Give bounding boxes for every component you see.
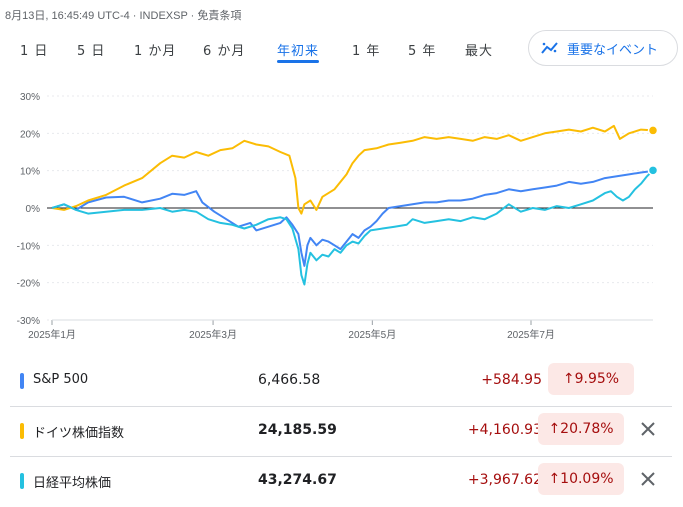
x-tick-label: 2025年5月 (348, 328, 396, 341)
series-swatch (20, 423, 24, 439)
tab-6m[interactable]: 6 か月 (203, 40, 245, 59)
y-tick-label: -30% (17, 316, 40, 327)
index-change-percent-badge: ↑9.95% (548, 363, 634, 395)
tab-1m[interactable]: 1 か月 (134, 40, 176, 59)
chart-info-header: 8月13日, 16:45:49 UTC-4 · INDEXSP · 免責条項 (5, 10, 242, 22)
series-swatch (20, 373, 24, 389)
index-change: +4,160.93 (467, 422, 542, 438)
index-change-percent-badge: ↑10.09% (538, 463, 624, 495)
series-line-2 (51, 169, 654, 286)
comparison-line-chart: 30% 20% 10% 0% -10% -20% -30%2025年1月 2025年3月 202… (17, 92, 659, 341)
index-name: ドイツ株価指数 (33, 426, 125, 441)
index-price: 6,466.58 (258, 372, 321, 388)
close-icon[interactable] (638, 469, 658, 489)
series-line-0 (51, 169, 654, 267)
tab-max[interactable]: 最大 (465, 40, 493, 59)
tab-ytd[interactable]: 年初来 (277, 40, 320, 63)
x-tick-label: 2025年1月 (28, 328, 76, 341)
series-end-marker-2 (647, 165, 659, 176)
key-events-label: 重要なイベント (567, 42, 659, 58)
y-tick-label: -10% (17, 241, 40, 252)
sparkline-icon (541, 42, 558, 54)
key-events-button[interactable]: 重要なイベント (528, 30, 678, 66)
index-row-dax[interactable]: ドイツ株価指数 24,185.59 +4,160.93 ↑20.78% (10, 407, 672, 457)
range-tabs: 1 日 5 日 1 か月 6 か月 年初来 1 年 5 年 最大 (0, 40, 520, 64)
index-row-nikkei[interactable]: 日経平均株価 43,274.67 +3,967.62 ↑10.09% (10, 457, 672, 507)
index-row-sp500[interactable]: S&P 500 6,466.58 +584.95 ↑9.95% (10, 357, 672, 407)
tab-1y[interactable]: 1 年 (352, 40, 380, 59)
series-swatch (20, 473, 24, 489)
y-tick-label: 0% (26, 204, 41, 215)
index-price: 24,185.59 (258, 422, 337, 438)
close-icon[interactable] (638, 419, 658, 439)
index-change: +3,967.62 (467, 472, 542, 488)
tab-5y[interactable]: 5 年 (408, 40, 436, 59)
y-tick-label: 10% (20, 167, 40, 178)
index-price: 43,274.67 (258, 472, 337, 488)
index-name: 日経平均株価 (33, 476, 112, 491)
index-change-percent-badge: ↑20.78% (538, 413, 624, 445)
tab-1d[interactable]: 1 日 (20, 40, 48, 59)
y-tick-label: 30% (20, 92, 40, 103)
y-tick-label: -20% (17, 279, 40, 290)
x-tick-label: 2025年3月 (189, 328, 237, 341)
tab-5d[interactable]: 5 日 (77, 40, 105, 59)
index-name: S&P 500 (33, 372, 89, 387)
x-tick-label: 2025年7月 (507, 328, 555, 341)
series-end-marker-1 (647, 125, 659, 136)
y-tick-label: 20% (20, 129, 40, 140)
series-line-1 (51, 124, 654, 215)
index-change: +584.95 (481, 372, 542, 388)
